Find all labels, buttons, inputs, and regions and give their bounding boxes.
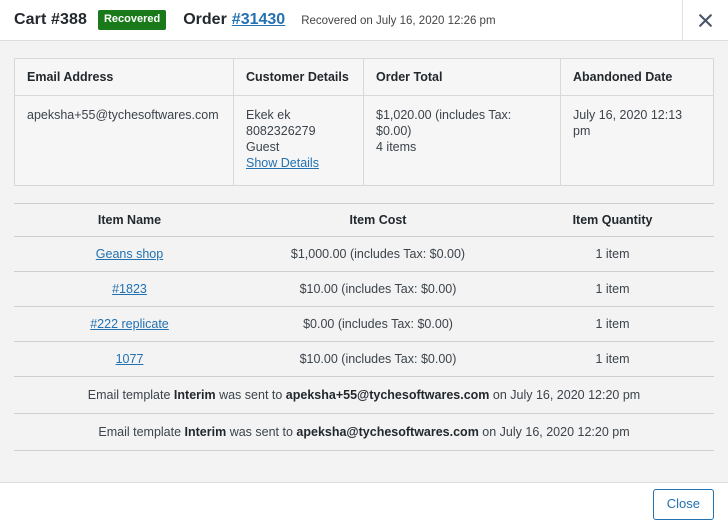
summary-header-row: Email Address Customer Details Order Tot… [14,58,714,96]
table-row: apeksha+55@tychesoftwares.com Ekek ek 80… [14,95,714,186]
item-name-link[interactable]: Geans shop [96,247,163,261]
cart-details-modal: Cart #388 Recovered Order #31430 Recovere… [0,0,728,526]
item-name-link[interactable]: #1823 [112,282,147,296]
items-table-wrapper: Item Name Item Cost Item Quantity Geans … [0,186,728,451]
email-log-middle: was sent to [215,388,286,402]
email-log-entry: Email template Interim was sent to apeks… [14,413,714,451]
column-header-item-quantity: Item Quantity [511,203,714,237]
email-log-prefix: Email template [98,425,185,439]
email-log-template: Interim [173,388,216,402]
cell-item-cost: $10.00 (includes Tax: $0.00) [245,341,511,377]
email-log-entry: Email template Interim was sent to apeks… [14,377,714,414]
close-button[interactable] [682,0,728,40]
email-log-suffix: on July 16, 2020 12:20 pm [478,425,630,439]
cell-customer-details: Ekek ek 8082326279 Guest Show Details [233,95,364,186]
column-header-customer: Customer Details [233,58,364,96]
modal-body: Email Address Customer Details Order Tot… [0,41,728,482]
customer-type: Guest [246,140,280,154]
email-log-prefix: Email template [87,388,174,402]
items-table-body: Geans shop $1,000.00 (includes Tax: $0.0… [14,236,714,377]
page-title: Cart #388 [14,11,87,28]
order-number-link[interactable]: #31430 [232,11,285,28]
item-name-link[interactable]: #222 replicate [90,317,169,331]
column-header-item-name: Item Name [14,203,245,237]
show-details-link[interactable]: Show Details [246,155,351,171]
email-log-recipient: apeksha+55@tychesoftwares.com [285,388,490,402]
order-label-group: Order #31430 [183,11,285,29]
email-log-recipient: apeksha@tychesoftwares.com [296,425,479,439]
cell-item-name: #1823 [14,271,245,307]
email-log-body: Email template Interim was sent to apeks… [14,377,714,451]
cart-items-table: Item Name Item Cost Item Quantity Geans … [14,203,714,377]
email-log-suffix: on July 16, 2020 12:20 pm [489,388,641,402]
status-badge: Recovered [97,10,167,30]
order-total-amount: $1,020.00 (includes Tax: $0.00) [376,108,512,138]
cell-item-quantity: 1 item [511,306,714,342]
summary-table-wrapper: Email Address Customer Details Order Tot… [0,41,728,186]
modal-header: Cart #388 Recovered Order #31430 Recovere… [0,0,728,41]
cell-item-name: Geans shop [14,236,245,272]
list-item: Email template Interim was sent to apeks… [14,377,714,414]
list-item: Email template Interim was sent to apeks… [14,413,714,451]
cell-email-address: apeksha+55@tychesoftwares.com [14,95,234,186]
item-name-link[interactable]: 1077 [116,352,144,366]
recovered-note: Recovered on July 16, 2020 12:26 pm [301,15,496,27]
cell-item-name: 1077 [14,341,245,377]
order-label: Order [183,11,227,28]
cell-item-cost: $1,000.00 (includes Tax: $0.00) [245,236,511,272]
column-header-abandoned-date: Abandoned Date [560,58,714,96]
cell-order-total: $1,020.00 (includes Tax: $0.00) 4 items [363,95,561,186]
items-table-head: Item Name Item Cost Item Quantity [14,203,714,237]
summary-table-body: apeksha+55@tychesoftwares.com Ekek ek 80… [14,95,714,186]
table-row: 1077 $10.00 (includes Tax: $0.00) 1 item [14,341,714,377]
cell-item-cost: $0.00 (includes Tax: $0.00) [245,306,511,342]
cart-summary-table: Email Address Customer Details Order Tot… [14,58,714,186]
close-icon [699,13,712,27]
table-row: #222 replicate $0.00 (includes Tax: $0.0… [14,306,714,342]
customer-phone: 8082326279 [246,124,316,138]
column-header-order-total: Order Total [363,58,561,96]
cell-item-name: #222 replicate [14,306,245,342]
email-log-template: Interim [184,425,227,439]
close-modal-button[interactable]: Close [652,488,714,521]
cell-item-quantity: 1 item [511,341,714,377]
column-header-item-cost: Item Cost [245,203,511,237]
items-header-row: Item Name Item Cost Item Quantity [14,203,714,237]
cell-item-quantity: 1 item [511,236,714,272]
email-log-middle: was sent to [226,425,297,439]
cell-item-quantity: 1 item [511,271,714,307]
modal-footer: Close [0,482,728,526]
cell-abandoned-date: July 16, 2020 12:13 pm [573,108,683,138]
table-row: Geans shop $1,000.00 (includes Tax: $0.0… [14,236,714,272]
customer-name: Ekek ek [246,108,291,122]
cell-item-cost: $10.00 (includes Tax: $0.00) [245,271,511,307]
column-header-email: Email Address [14,58,234,96]
order-items-count: 4 items [376,140,417,154]
table-row: #1823 $10.00 (includes Tax: $0.00) 1 ite… [14,271,714,307]
email-log-table: Email template Interim was sent to apeks… [14,377,714,451]
summary-table-head: Email Address Customer Details Order Tot… [14,58,714,96]
